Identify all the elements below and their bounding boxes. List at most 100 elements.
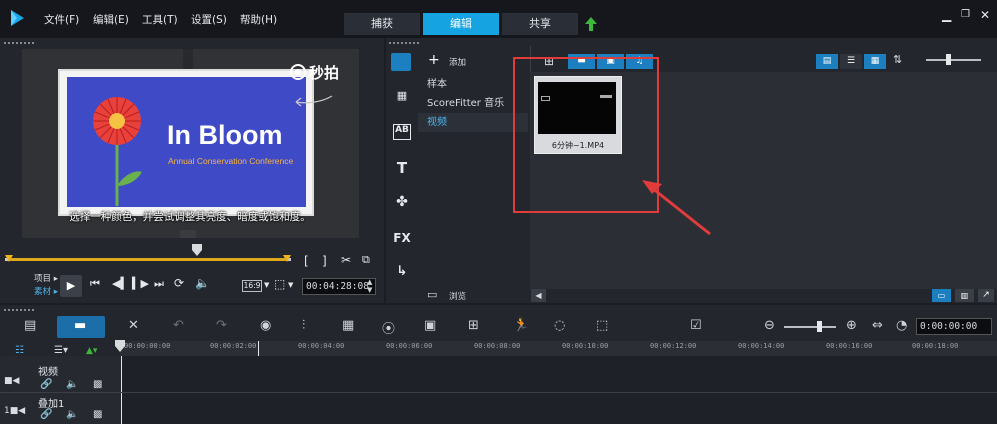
collapse-library-icon[interactable]: ◀ bbox=[531, 289, 546, 302]
layout-icon[interactable]: ▭ bbox=[932, 289, 951, 302]
video-track-icon[interactable]: ■◀ bbox=[4, 376, 19, 386]
toolbar-options-icon[interactable]: ✕ bbox=[128, 318, 139, 333]
pan-zoom-icon[interactable]: ⬚ bbox=[596, 318, 608, 333]
folder-item[interactable]: 样本 bbox=[418, 75, 528, 94]
folder-item[interactable]: ScoreFitter 音乐 bbox=[418, 94, 528, 113]
playhead-handle[interactable] bbox=[115, 340, 125, 352]
path-icon[interactable]: ↳ bbox=[393, 264, 411, 280]
sound-mixer-icon[interactable]: ⫶ bbox=[302, 318, 305, 333]
preview-timecode[interactable]: 00:04:28:08 bbox=[302, 278, 376, 295]
chevron-down-icon[interactable]: ▼ bbox=[288, 281, 293, 289]
thumbnail-view-icon[interactable]: ▦ bbox=[864, 54, 886, 69]
redo-icon[interactable]: ↷ bbox=[216, 318, 227, 333]
repeat-icon[interactable]: ⟳ bbox=[174, 276, 184, 290]
tab-edit[interactable]: 编辑 bbox=[423, 13, 499, 35]
browse-icon[interactable]: ▭ bbox=[427, 288, 437, 301]
track-name: 视频 bbox=[38, 367, 58, 378]
subtitle-editor-icon[interactable]: ▣ bbox=[424, 318, 436, 333]
panel-grip[interactable] bbox=[3, 308, 35, 312]
list-view-icon[interactable]: ▤ bbox=[816, 54, 838, 69]
previous-frame-icon[interactable]: ◀▍ bbox=[112, 277, 129, 290]
thumbnail-size-slider[interactable] bbox=[926, 59, 981, 61]
close-icon[interactable]: ✕ bbox=[980, 8, 990, 22]
scissors-icon[interactable]: ✂ bbox=[341, 253, 351, 267]
zoom-in-icon[interactable]: ⊕ bbox=[846, 318, 857, 333]
volume-icon[interactable]: 🔈 bbox=[195, 276, 210, 290]
mark-in-icon[interactable]: [ bbox=[304, 254, 309, 268]
folder-item-selected[interactable]: 视频 bbox=[418, 113, 528, 132]
layout-alt-icon[interactable]: ▥ bbox=[955, 289, 974, 302]
detail-view-icon[interactable]: ☰ bbox=[840, 54, 862, 69]
sort-icon[interactable]: ⇅ bbox=[893, 53, 902, 66]
mode-project[interactable]: 项目 ▸ bbox=[34, 272, 58, 284]
ripple-icon[interactable]: ▩ bbox=[93, 379, 102, 390]
timeline-timecode[interactable]: 0:00:00:00 bbox=[916, 318, 992, 335]
smart-proxy-icon[interactable]: ☑ bbox=[690, 318, 702, 333]
track-volume-icon[interactable]: 🔈 bbox=[66, 379, 78, 390]
slide-title: In Bloom bbox=[167, 120, 283, 150]
menu-help[interactable]: 帮助(H) bbox=[240, 12, 277, 27]
transition-icon[interactable]: AB bbox=[393, 124, 411, 140]
end-icon[interactable]: ⏭ bbox=[154, 277, 164, 291]
time-remap-icon[interactable]: 🏃 bbox=[513, 318, 529, 333]
title-icon[interactable]: T bbox=[393, 159, 411, 177]
sketch-arrow-icon bbox=[295, 95, 333, 107]
timecode-spinner-icon[interactable]: ▲ ▼ bbox=[367, 278, 372, 294]
add-marker-icon[interactable]: ▲▾ bbox=[86, 346, 97, 356]
mode-clip[interactable]: 素材 ▸ bbox=[34, 285, 58, 297]
auto-music-icon[interactable]: ▦ bbox=[342, 318, 354, 333]
restore-icon[interactable]: ❐ bbox=[961, 9, 970, 20]
mark-out-icon[interactable]: ] bbox=[322, 254, 327, 268]
menu-settings[interactable]: 设置(S) bbox=[191, 12, 227, 27]
enlarge-icon[interactable]: ⧉ bbox=[362, 253, 370, 267]
clock-icon: ◔ bbox=[896, 318, 908, 333]
filter-fx-icon[interactable]: FX bbox=[393, 231, 411, 247]
folder-list: 样本 ScoreFitter 音乐 视频 bbox=[418, 75, 528, 132]
scrub-bar[interactable] bbox=[5, 255, 291, 263]
tab-share[interactable]: 共享 bbox=[502, 13, 578, 35]
upload-arrow-icon[interactable] bbox=[584, 16, 598, 32]
slider-handle[interactable] bbox=[946, 54, 951, 65]
track-area[interactable] bbox=[121, 356, 997, 424]
record-capture-icon[interactable]: ◉ bbox=[260, 318, 271, 333]
play-button[interactable]: ▶ bbox=[60, 275, 82, 297]
menu-file[interactable]: 文件(F) bbox=[44, 12, 79, 27]
undo-icon[interactable]: ↶ bbox=[173, 318, 184, 333]
storyboard-view-icon[interactable]: ▤ bbox=[24, 318, 36, 333]
zoom-slider[interactable] bbox=[784, 326, 836, 328]
menu-tools[interactable]: 工具(T) bbox=[142, 12, 178, 27]
track-volume-icon[interactable]: 🔈 bbox=[66, 409, 78, 420]
minimize-icon[interactable]: ▁ bbox=[942, 8, 951, 22]
chevron-down-icon[interactable]: ▼ bbox=[264, 281, 269, 289]
menu-edit[interactable]: 编辑(E) bbox=[93, 12, 129, 27]
add-folder-button[interactable]: 添加 bbox=[449, 56, 466, 68]
ripple-icon[interactable]: ▩ bbox=[93, 409, 102, 420]
track-manager-icon[interactable]: ☷ bbox=[15, 345, 24, 356]
crop-icon[interactable]: ⬚ bbox=[274, 277, 285, 291]
aspect-ratio-button[interactable]: 16:9 bbox=[242, 280, 262, 292]
playhead-handle[interactable] bbox=[192, 244, 202, 256]
overlay-track-icon[interactable]: 1■◀ bbox=[4, 406, 25, 416]
browse-button[interactable]: 浏览 bbox=[449, 290, 466, 302]
panel-grip[interactable] bbox=[388, 41, 420, 45]
multi-camera-icon[interactable]: ⊞ bbox=[468, 318, 479, 333]
options-icon[interactable]: ↗ bbox=[978, 289, 994, 302]
chapter-point-icon[interactable]: ☰▾ bbox=[54, 345, 68, 356]
add-icon[interactable]: + bbox=[428, 52, 440, 68]
panel-grip[interactable] bbox=[3, 41, 35, 45]
media-library-icon[interactable] bbox=[391, 53, 411, 71]
motion-tracking-icon[interactable]: ⦿ bbox=[382, 318, 395, 337]
annotation-arrow-icon bbox=[642, 180, 711, 236]
slider-handle[interactable] bbox=[817, 321, 822, 332]
link-icon[interactable]: 🔗 bbox=[40, 409, 52, 420]
zoom-out-icon[interactable]: ⊖ bbox=[764, 318, 775, 333]
graphics-icon[interactable]: ✤ bbox=[393, 194, 411, 210]
fit-project-icon[interactable]: ⇔ bbox=[872, 318, 883, 333]
link-icon[interactable]: 🔗 bbox=[40, 379, 52, 390]
home-icon[interactable]: ⏮ bbox=[90, 277, 100, 291]
mask-creator-icon[interactable]: ◌ bbox=[554, 318, 565, 333]
tab-capture[interactable]: 捕获 bbox=[344, 13, 420, 35]
next-frame-icon[interactable]: ▍▶ bbox=[132, 277, 149, 290]
instant-project-icon[interactable]: ▦ bbox=[393, 89, 411, 105]
ruler-tick-label: 00:00:14:00 bbox=[738, 342, 785, 350]
